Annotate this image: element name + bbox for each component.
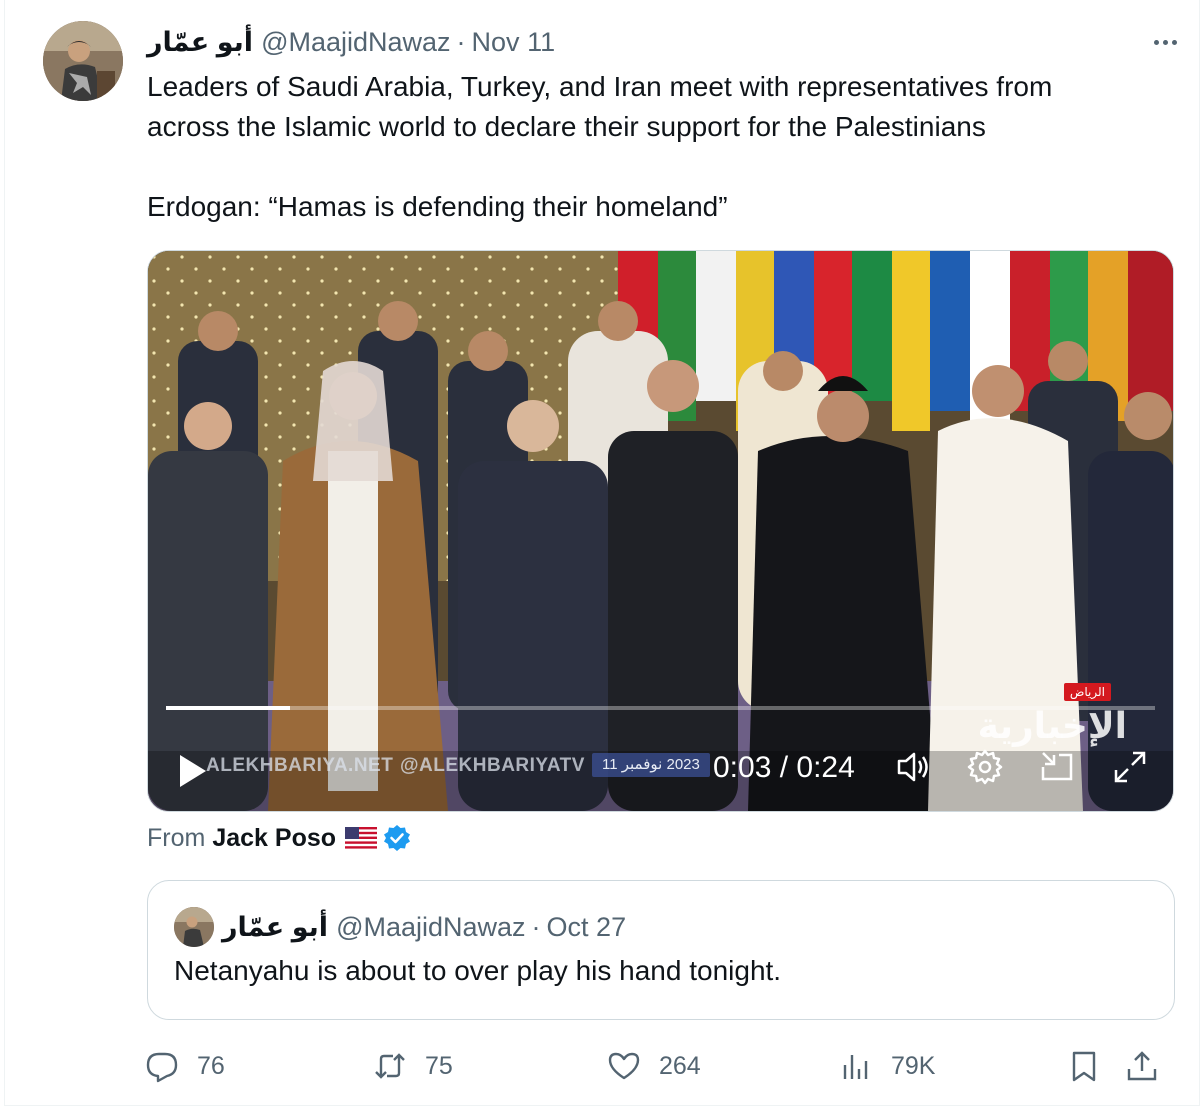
video-time: 0:03 / 0:24 — [713, 751, 855, 784]
header-separator: · — [456, 26, 466, 57]
tweet-header: أبو عمّار @MaajidNawaz · Nov 11 — [147, 26, 555, 58]
watermark-handle: @ALEKHBARIYATV — [400, 755, 585, 776]
more-horizontal-icon[interactable] — [1145, 28, 1185, 56]
bookmark-icon — [1072, 1051, 1096, 1082]
quoted-text: Netanyahu is about to over play his hand… — [174, 955, 782, 986]
video-progress-fill — [166, 706, 290, 710]
share-icon — [1127, 1051, 1157, 1081]
channel-tag: الرياض — [1063, 683, 1111, 701]
tweet-text-line: Leaders of Saudi Arabia, Turkey, and Ira… — [147, 71, 1053, 102]
us-flag-icon — [345, 827, 378, 849]
fullscreen-icon[interactable] — [1110, 747, 1150, 787]
author-handle[interactable]: @MaajidNawaz — [261, 27, 450, 58]
video-player[interactable]: ALEKHBARIYA.NET @ALEKHBARIYATV 2023 نوفم… — [147, 250, 1174, 812]
date-overlay: 2023 نوفمبر 11 — [592, 753, 710, 777]
settings-gear-icon[interactable] — [965, 747, 1005, 787]
verified-badge-icon — [384, 825, 411, 851]
quoted-handle: @MaajidNawaz — [336, 911, 526, 942]
tweet-date[interactable]: Nov 11 — [472, 27, 556, 58]
watermark-site: ALEKHBARIYA.NET — [206, 755, 394, 776]
like-button[interactable]: 264 — [607, 1040, 701, 1092]
views-count: 79K — [891, 1051, 936, 1080]
source-prefix: From — [147, 823, 206, 852]
reply-count: 76 — [197, 1051, 225, 1080]
like-icon — [608, 1052, 640, 1080]
tweet-text-line: across the Islamic world to declare thei… — [147, 111, 986, 142]
quoted-tweet[interactable]: أبو عمّار @MaajidNawaz · Oct 27 Netanyah… — [147, 880, 1175, 1020]
author-display-name[interactable]: أبو عمّار — [147, 27, 253, 58]
share-button[interactable] — [1125, 1040, 1159, 1092]
views-button[interactable]: 79K — [839, 1040, 935, 1092]
tweet-text-quote: Erdogan: “Hamas is defending their homel… — [147, 191, 728, 222]
quoted-author-avatar[interactable] — [174, 907, 214, 947]
tweet-text: Leaders of Saudi Arabia, Turkey, and Ira… — [147, 67, 1157, 227]
quoted-header: أبو عمّار @MaajidNawaz · Oct 27 — [222, 909, 626, 945]
quoted-separator: · — [531, 911, 541, 942]
quoted-display-name: أبو عمّار — [222, 911, 329, 942]
retweet-button[interactable]: 75 — [373, 1040, 453, 1092]
volume-icon[interactable] — [893, 747, 933, 787]
video-controls: ALEKHBARIYA.NET @ALEKHBARIYATV 2023 نوفم… — [148, 683, 1173, 811]
retweet-count: 75 — [425, 1051, 453, 1080]
bookmark-button[interactable] — [1067, 1040, 1101, 1092]
play-icon[interactable] — [178, 753, 208, 789]
author-avatar[interactable] — [43, 21, 123, 101]
source-name[interactable]: Jack Poso — [212, 824, 336, 853]
tweet-card[interactable]: أبو عمّار @MaajidNawaz · Nov 11 Leaders … — [4, 0, 1200, 1106]
like-count: 264 — [659, 1051, 701, 1080]
channel-logo: الإخبارية — [977, 706, 1127, 747]
quoted-date: Oct 27 — [546, 911, 627, 942]
views-icon — [843, 1055, 868, 1079]
reply-icon — [146, 1052, 178, 1083]
picture-in-picture-icon[interactable] — [1037, 747, 1077, 787]
action-bar: 76 75 264 79K — [5, 1040, 1201, 1092]
retweet-icon — [375, 1053, 405, 1079]
reply-button[interactable]: 76 — [145, 1040, 225, 1092]
video-source: From Jack Poso — [147, 822, 411, 854]
